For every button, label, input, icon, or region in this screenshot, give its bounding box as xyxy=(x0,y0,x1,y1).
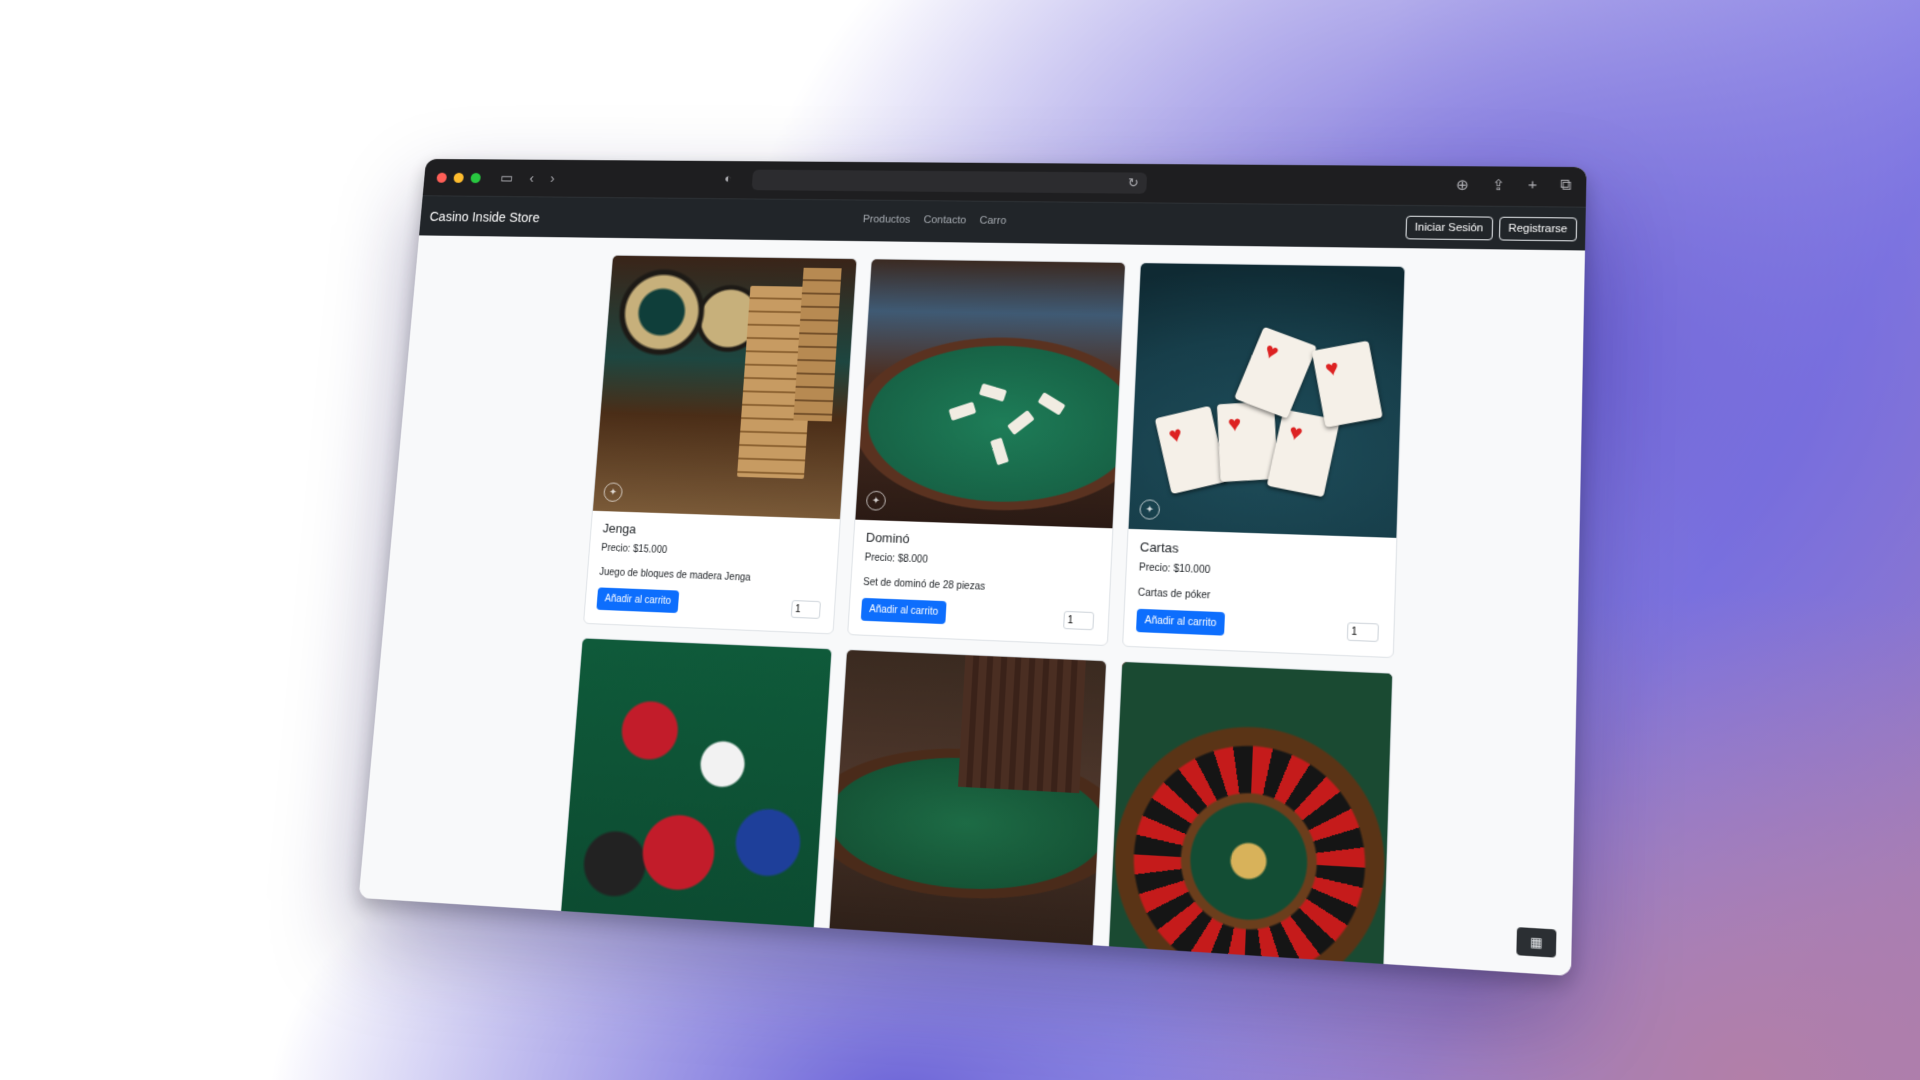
quantity-stepper[interactable] xyxy=(1063,610,1095,631)
share-icon[interactable]: ⇪ xyxy=(1492,176,1506,194)
product-title: Jenga xyxy=(602,520,637,537)
playing-card-art xyxy=(1311,340,1383,428)
product-image-domino: ✦ xyxy=(855,259,1126,529)
add-to-cart-button[interactable]: Añadir al carrito xyxy=(1135,608,1226,636)
domino-tile-art xyxy=(978,383,1007,402)
product-card-body: Cartas Precio: $10.000 Cartas de póker A… xyxy=(1123,529,1396,657)
add-to-cart-button[interactable]: Añadir al carrito xyxy=(860,597,947,625)
nav-link-carro[interactable]: Carro xyxy=(979,215,1006,227)
nav-link-productos[interactable]: Productos xyxy=(863,214,911,226)
product-description: Cartas de póker xyxy=(1137,587,1211,602)
floating-cart-icon[interactable]: ▦ xyxy=(1516,927,1557,958)
back-icon[interactable]: ‹ xyxy=(529,170,535,186)
product-price: Precio: $10.000 xyxy=(1138,562,1211,577)
stage: ▭ ‹ › ◐ ↻ ⊕ ⇪ + ⧉ Casino Inside Store Pr… xyxy=(0,0,1920,1080)
sidebar-icon[interactable]: ▭ xyxy=(500,170,514,186)
product-image-cartas: ✦ xyxy=(1128,263,1405,538)
address-bar[interactable]: ↻ xyxy=(751,169,1148,194)
domino-tile-art xyxy=(990,437,1009,466)
domino-tile-art xyxy=(948,401,977,421)
download-icon[interactable]: ⊕ xyxy=(1456,176,1470,194)
product-card-roulette xyxy=(1106,660,1394,977)
tabs-overview-icon[interactable]: ⧉ xyxy=(1560,177,1572,195)
curtain-art xyxy=(958,655,1086,794)
nav-link-contacto[interactable]: Contacto xyxy=(923,214,966,226)
minimize-window-button[interactable] xyxy=(453,172,465,183)
browser-toolbar-right: ⊕ ⇪ + ⧉ xyxy=(1456,176,1572,195)
quantity-stepper[interactable] xyxy=(790,600,821,619)
product-image-chips xyxy=(559,638,832,953)
window-controls xyxy=(436,172,482,183)
site-brand[interactable]: Casino Inside Store xyxy=(429,209,540,225)
product-image-jenga: ✦ xyxy=(592,255,857,520)
login-button[interactable]: Iniciar Sesión xyxy=(1405,215,1493,241)
maximize-window-button[interactable] xyxy=(470,172,482,183)
product-card-poker-table xyxy=(826,648,1108,973)
product-grid: ✦ Jenga Precio: $15.000 Juego de bloques… xyxy=(558,254,1406,977)
product-description: Set de dominó de 28 piezas xyxy=(862,577,986,593)
watermark-icon: ✦ xyxy=(865,490,887,511)
product-card-jenga: ✦ Jenga Precio: $15.000 Juego de bloques… xyxy=(583,254,858,635)
domino-tile-art xyxy=(1037,392,1066,416)
browser-window: ▭ ‹ › ◐ ↻ ⊕ ⇪ + ⧉ Casino Inside Store Pr… xyxy=(358,158,1587,977)
register-button[interactable]: Registrarse xyxy=(1498,216,1578,242)
product-image-roulette xyxy=(1107,661,1393,977)
watermark-icon: ✦ xyxy=(1139,499,1161,520)
nav-links: Productos Contacto Carro xyxy=(863,214,1007,227)
product-image-poker-table xyxy=(827,649,1107,972)
shield-icon[interactable]: ◐ xyxy=(724,171,732,185)
product-card-body: Dominó Precio: $8.000 Set de dominó de 2… xyxy=(848,520,1112,645)
forward-icon[interactable]: › xyxy=(550,170,556,186)
product-title: Dominó xyxy=(865,529,911,547)
close-window-button[interactable] xyxy=(436,172,448,183)
product-card-cartas: ✦ Cartas Precio: $10.000 Cartas de póker… xyxy=(1122,262,1406,659)
product-card-domino: ✦ Dominó Precio: $8.000 Set de dominó de… xyxy=(847,258,1127,647)
add-to-cart-button[interactable]: Añadir al carrito xyxy=(596,587,680,614)
auth-buttons: Iniciar Sesión Registrarse xyxy=(1405,215,1578,242)
watermark-icon: ✦ xyxy=(602,482,624,503)
product-title: Cartas xyxy=(1139,539,1180,556)
product-price: Precio: $15.000 xyxy=(600,542,668,556)
playing-card-art xyxy=(1216,400,1278,482)
new-tab-icon[interactable]: + xyxy=(1528,177,1538,195)
page-content: ✦ Jenga Precio: $15.000 Juego de bloques… xyxy=(358,235,1586,977)
product-card-chips xyxy=(558,637,833,955)
product-price: Precio: $8.000 xyxy=(864,552,929,566)
playing-card-art xyxy=(1154,405,1228,495)
product-description: Juego de bloques de madera Jenga xyxy=(598,567,751,584)
reload-icon[interactable]: ↻ xyxy=(1128,175,1139,190)
product-card-body: Jenga Precio: $15.000 Juego de bloques d… xyxy=(584,511,840,634)
domino-tile-art xyxy=(1007,410,1035,436)
quantity-stepper[interactable] xyxy=(1346,622,1379,643)
